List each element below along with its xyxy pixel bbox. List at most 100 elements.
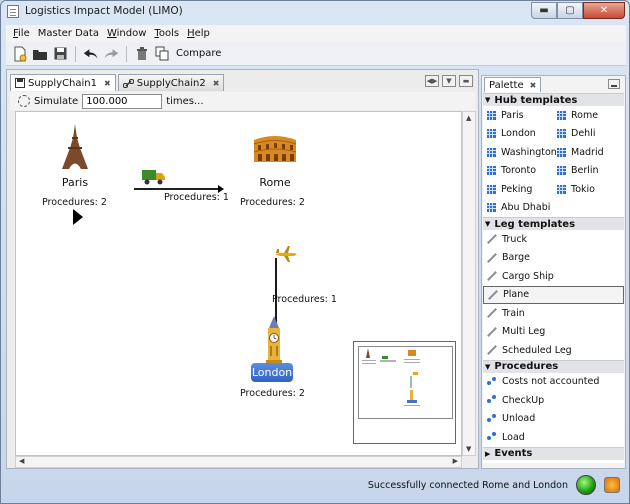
toolbar-separator <box>75 45 76 62</box>
leg-template-item[interactable]: Barge <box>483 249 624 268</box>
procedure-icon <box>487 432 497 442</box>
hub-grid-icon <box>557 110 566 120</box>
scroll-right-icon[interactable]: ▶ <box>453 457 458 465</box>
procedure-item[interactable]: CheckUp <box>483 391 624 410</box>
procedures-header[interactable]: ▼ Procedures <box>483 359 624 373</box>
hub-template-item[interactable]: Dehli <box>553 125 623 144</box>
canvas-horizontal-scrollbar[interactable]: ◀ ▶ <box>15 456 462 468</box>
hub-grid-icon <box>487 184 496 194</box>
hub-grid-icon <box>487 166 496 176</box>
tab-close-icon[interactable]: ✖ <box>213 79 220 88</box>
leg-template-item[interactable]: Scheduled Leg <box>483 341 624 360</box>
menu-window[interactable]: Window <box>103 28 150 39</box>
compare-icon[interactable] <box>154 46 170 62</box>
hub-template-item[interactable]: Peking <box>483 180 553 199</box>
hub-template-item[interactable]: Tokio <box>553 180 623 199</box>
hub-template-item[interactable]: Abu Dhabi <box>483 199 553 218</box>
play-simulation-icon[interactable] <box>73 209 83 225</box>
leg-line-icon <box>487 253 497 263</box>
simulation-bar: Simulate times... <box>10 92 475 110</box>
tab-supplychain1[interactable]: SupplyChain1 ✖ <box>10 74 116 91</box>
maximize-button[interactable]: ▢ <box>557 2 583 19</box>
menu-file[interactable]: File <box>9 28 34 39</box>
hub-grid-icon <box>487 110 496 120</box>
scroll-left-icon[interactable]: ◀ <box>19 457 24 465</box>
procedure-icon <box>487 377 497 387</box>
hub-template-item[interactable]: Washington <box>483 143 557 162</box>
palette-body: ▼ Hub templates Paris Rome London Dehli … <box>483 93 624 463</box>
collapse-triangle-icon: ▶ <box>485 449 491 458</box>
collapse-triangle-icon: ▼ <box>485 362 491 371</box>
hub-label-paris: Paris <box>61 176 89 189</box>
diagram-canvas[interactable]: Paris Procedures: 2 Procedures: 1 Rome P… <box>15 111 462 456</box>
main-window: Logistics Impact Model (LIMO) ▬ ▢ ✕ File… <box>0 0 630 504</box>
leg-template-item[interactable]: Truck <box>483 230 624 249</box>
leg-procedures-plane: Procedures: 1 <box>272 294 337 305</box>
hub-grid-icon <box>487 129 496 139</box>
leg-line-icon <box>487 271 497 281</box>
panel-minimize-icon[interactable]: ▬ <box>459 75 473 87</box>
redo-icon[interactable] <box>103 46 119 62</box>
close-button[interactable]: ✕ <box>583 2 625 19</box>
diagram-overview-minimap[interactable] <box>353 341 456 444</box>
leg-templates-header[interactable]: ▼ Leg templates <box>483 217 624 230</box>
minimap-preview <box>362 348 420 406</box>
scroll-up-icon[interactable]: ▲ <box>466 114 471 122</box>
tab-scroll-left-icon[interactable]: ◀▶ <box>425 75 439 87</box>
hub-template-item[interactable]: London <box>483 125 553 144</box>
hub-template-item[interactable]: Paris <box>483 106 553 125</box>
hub-template-item[interactable]: Toronto <box>483 162 553 181</box>
tab-supplychain2[interactable]: SupplyChain2 ✖ <box>117 74 225 91</box>
hub-template-item[interactable]: Madrid <box>553 143 623 162</box>
palette-tab[interactable]: Palette ✖ <box>484 77 542 92</box>
title-bar: Logistics Impact Model (LIMO) ▬ ▢ ✕ <box>1 1 629 23</box>
garbage-collect-icon[interactable] <box>604 477 620 493</box>
leg-line-icon <box>487 327 497 337</box>
undo-icon[interactable] <box>83 46 99 62</box>
times-label: times... <box>166 95 204 107</box>
open-folder-icon[interactable] <box>32 46 48 62</box>
procedure-item[interactable]: Load <box>483 428 624 447</box>
leg-template-item[interactable]: Multi Leg <box>483 323 624 342</box>
palette-minimize-icon[interactable] <box>608 79 620 89</box>
procedure-item[interactable]: Costs not accounted <box>483 373 624 392</box>
colosseum-icon[interactable] <box>252 132 298 164</box>
canvas-vertical-scrollbar[interactable]: ▲ ▼ <box>462 111 476 456</box>
save-icon[interactable] <box>52 46 68 62</box>
procedure-icon <box>487 395 497 405</box>
tab-close-icon[interactable]: ✖ <box>104 79 111 88</box>
simulate-button[interactable]: Simulate <box>34 96 78 107</box>
hub-template-item[interactable]: Berlin <box>553 162 623 181</box>
leg-template-item[interactable]: Train <box>483 304 624 323</box>
events-header[interactable]: ▶ Events <box>483 446 624 460</box>
hub-template-item[interactable]: Rome <box>553 106 623 125</box>
editor-panel: SupplyChain1 ✖ SupplyChain2 ✖ ◀▶ ▼ ▬ Sim… <box>6 69 479 469</box>
palette-close-icon[interactable]: ✖ <box>530 81 537 90</box>
delete-trash-icon[interactable] <box>134 46 150 62</box>
hub-grid-icon <box>487 203 496 213</box>
hub-templates-header[interactable]: ▼ Hub templates <box>483 93 624 106</box>
palette-panel: Palette ✖ ▼ Hub templates Paris Rome Lon… <box>481 75 626 469</box>
hub-procedures-rome: Procedures: 2 <box>240 197 305 208</box>
menu-master-data[interactable]: Master Data <box>34 28 103 39</box>
hub-templates-list: Paris Rome London Dehli Washington Madri… <box>483 106 624 217</box>
leg-template-item-selected[interactable]: Plane <box>483 285 624 304</box>
leg-template-item[interactable]: Cargo Ship <box>483 267 624 286</box>
menu-bar: File Master Data Window Tools Help <box>6 25 626 42</box>
hub-grid-icon <box>487 147 496 157</box>
big-ben-icon[interactable] <box>262 316 286 364</box>
status-message: Successfully connected Rome and London <box>367 479 568 491</box>
connection-status-icon <box>576 475 596 495</box>
procedure-item[interactable]: Unload <box>483 410 624 429</box>
simulation-runs-input[interactable] <box>82 93 163 109</box>
new-file-icon[interactable] <box>12 46 28 62</box>
eiffel-tower-icon[interactable] <box>60 124 90 170</box>
tab-list-icon[interactable]: ▼ <box>442 75 456 87</box>
simulate-icon[interactable] <box>18 95 30 107</box>
menu-help[interactable]: Help <box>183 28 214 39</box>
menu-tools[interactable]: Tools <box>150 28 183 39</box>
compare-button[interactable]: Compare <box>176 48 221 59</box>
scroll-down-icon[interactable]: ▼ <box>466 445 471 453</box>
minimize-button[interactable]: ▬ <box>531 2 557 19</box>
hub-grid-icon <box>557 147 566 157</box>
